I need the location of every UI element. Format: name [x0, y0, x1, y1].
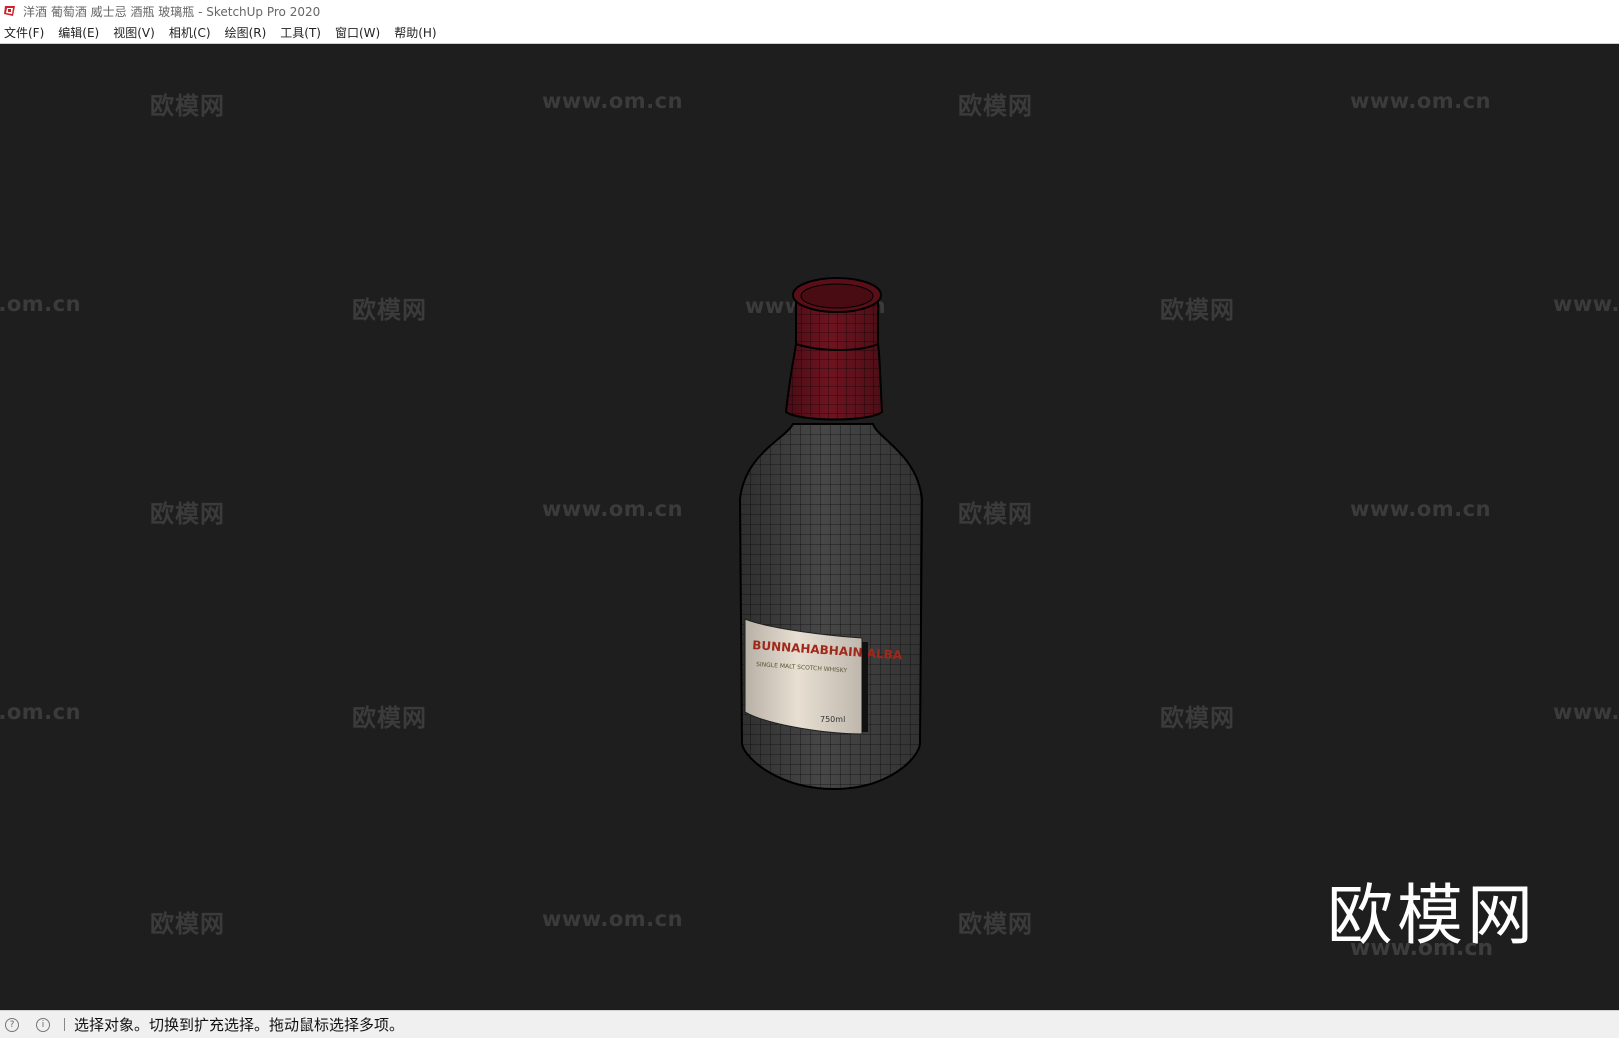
menu-window[interactable]: 窗口(W)	[335, 23, 380, 42]
bottle-model[interactable]: BUNNAHABHAIN ALBA SINGLE MALT SCOTCH WHI…	[0, 44, 1619, 1010]
model-viewport[interactable]: 欧模网 www.om.cn 欧模网 www.om.cn www.om.cn 欧模…	[0, 44, 1619, 1010]
title-bar: 洋酒 葡萄酒 威士忌 酒瓶 玻璃瓶 - SketchUp Pro 2020	[0, 0, 1619, 22]
menu-draw[interactable]: 绘图(R)	[225, 23, 267, 42]
menu-help[interactable]: 帮助(H)	[394, 23, 436, 42]
menu-file[interactable]: 文件(F)	[4, 23, 44, 42]
menu-bar: 文件(F) 编辑(E) 视图(V) 相机(C) 绘图(R) 工具(T) 窗口(W…	[0, 22, 1619, 44]
window-title: 洋酒 葡萄酒 威士忌 酒瓶 玻璃瓶 - SketchUp Pro 2020	[23, 4, 321, 19]
info-icon[interactable]: i	[36, 1017, 50, 1032]
sketchup-logo-icon	[4, 6, 15, 16]
status-bar: ? i 选择对象。切换到扩充选择。拖动鼠标选择多项。	[0, 1010, 1619, 1038]
geolocation-icon[interactable]: ?	[5, 1017, 19, 1032]
label-volume-text: 750ml	[820, 715, 845, 724]
status-divider	[64, 1018, 65, 1031]
status-message: 选择对象。切换到扩充选择。拖动鼠标选择多项。	[74, 1016, 405, 1034]
menu-camera[interactable]: 相机(C)	[169, 23, 211, 42]
menu-edit[interactable]: 编辑(E)	[58, 23, 99, 42]
menu-view[interactable]: 视图(V)	[113, 23, 155, 42]
menu-tools[interactable]: 工具(T)	[280, 23, 321, 42]
